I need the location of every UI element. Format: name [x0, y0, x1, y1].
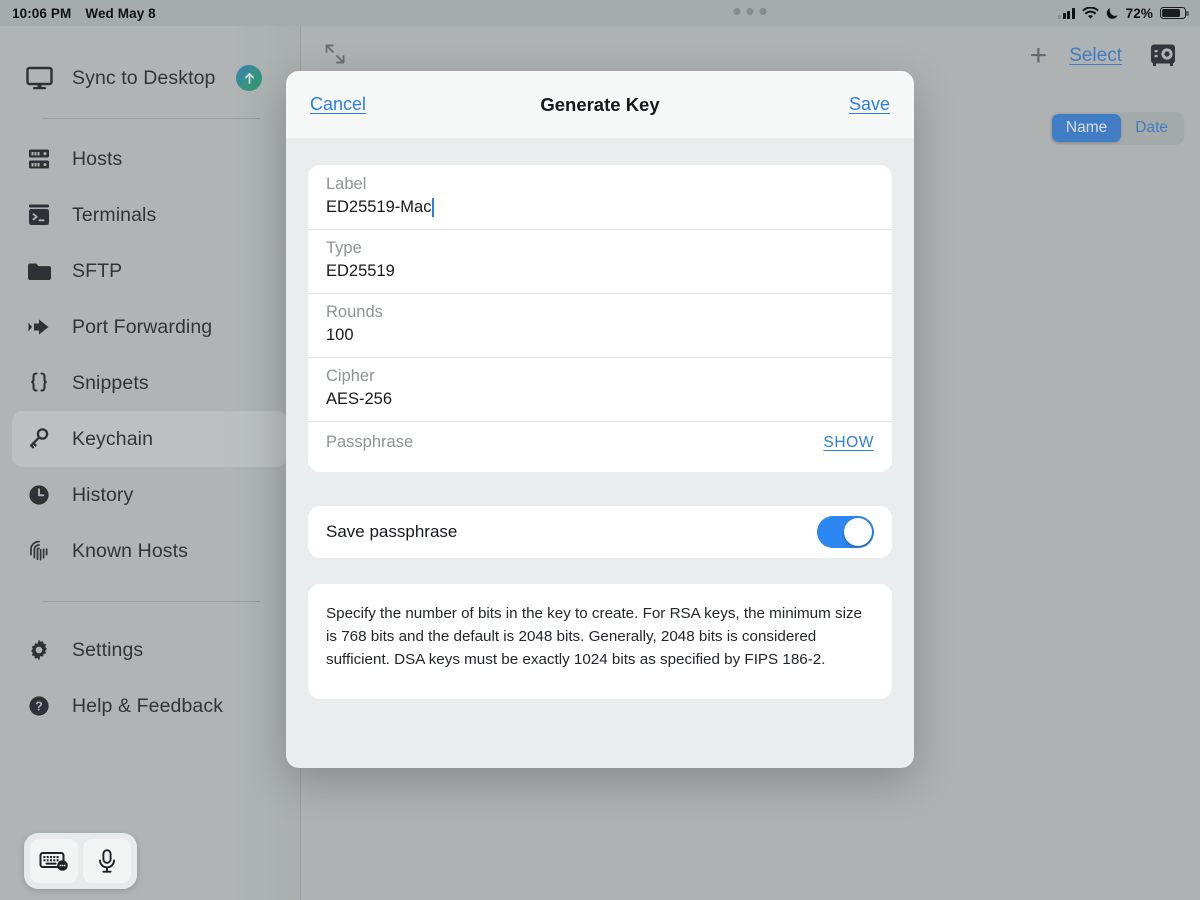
field-rounds-caption: Rounds — [326, 303, 383, 321]
field-cipher-value[interactable]: AES-256 — [326, 390, 874, 409]
battery-icon — [1160, 6, 1189, 20]
modal-body: Label ED25519-Mac Type ED25519 Rounds 10… — [286, 138, 914, 700]
show-passphrase-button[interactable]: SHOW — [823, 434, 874, 452]
floating-input-bar — [24, 833, 137, 889]
field-cipher-caption: Cipher — [326, 367, 375, 385]
field-label-value-row: ED25519-Mac — [326, 198, 874, 217]
keyboard-icon[interactable] — [30, 839, 78, 883]
field-type-value[interactable]: ED25519 — [326, 262, 874, 281]
status-bar: 10:06 PM Wed May 8 72% — [0, 0, 1200, 26]
wifi-icon — [1081, 6, 1099, 19]
save-passphrase-label: Save passphrase — [326, 522, 458, 541]
status-date: Wed May 8 — [85, 5, 156, 21]
ipad-screen: 10:06 PM Wed May 8 72% Sync to Desktop H… — [0, 0, 1200, 900]
field-label[interactable]: Label ED25519-Mac — [308, 165, 892, 229]
save-passphrase-row[interactable]: Save passphrase — [308, 506, 892, 558]
microphone-icon[interactable] — [83, 839, 131, 883]
note-text: Specify the number of bits in the key to… — [326, 605, 863, 669]
field-type[interactable]: Type ED25519 — [308, 229, 892, 293]
generate-key-modal: Cancel Generate Key Save Label ED25519-M… — [286, 71, 914, 768]
cellular-signal-icon — [1058, 7, 1075, 19]
field-label-caption: Label — [326, 175, 367, 193]
field-rounds[interactable]: Rounds 100 — [308, 293, 892, 357]
modal-title: Generate Key — [540, 93, 660, 115]
save-button[interactable]: Save — [849, 94, 890, 115]
label-input[interactable]: ED25519-Mac — [326, 198, 431, 217]
field-rounds-value[interactable]: 100 — [326, 326, 874, 345]
key-settings-card: Label ED25519-Mac Type ED25519 Rounds 10… — [308, 165, 892, 472]
battery-percent: 72% — [1125, 5, 1153, 21]
save-passphrase-toggle[interactable] — [817, 516, 874, 548]
field-passphrase[interactable]: Passphrase SHOW — [308, 421, 892, 472]
field-type-caption: Type — [326, 239, 362, 257]
do-not-disturb-moon-icon — [1106, 8, 1118, 19]
status-bar-right: 72% — [1058, 5, 1189, 21]
modal-header: Cancel Generate Key Save — [286, 71, 914, 138]
field-cipher[interactable]: Cipher AES-256 — [308, 357, 892, 421]
note-card: Specify the number of bits in the key to… — [308, 584, 892, 700]
text-cursor — [432, 198, 435, 217]
status-time: 10:06 PM — [12, 5, 72, 21]
field-passphrase-caption: Passphrase — [326, 433, 414, 451]
cancel-button[interactable]: Cancel — [310, 94, 366, 115]
status-bar-left: 10:06 PM Wed May 8 — [12, 6, 156, 21]
